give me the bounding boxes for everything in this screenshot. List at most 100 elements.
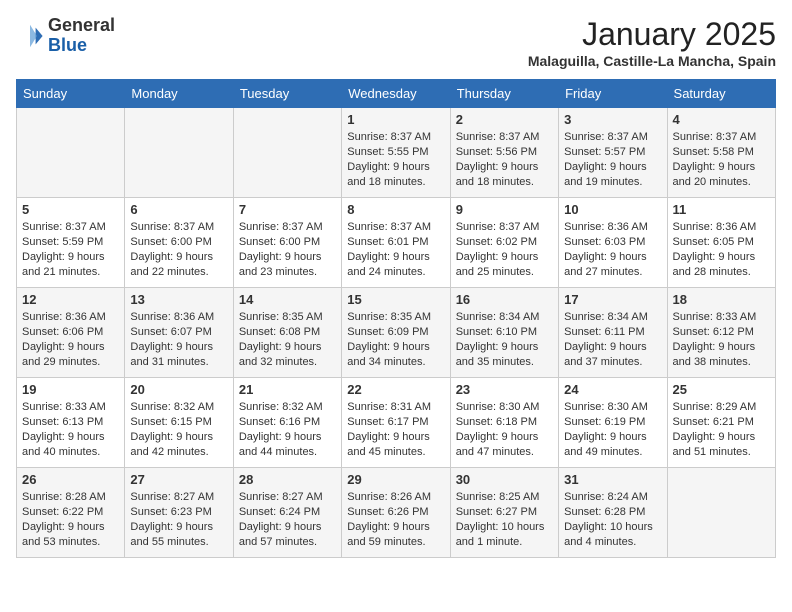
calendar-cell: 11Sunrise: 8:36 AMSunset: 6:05 PMDayligh… — [667, 198, 775, 288]
day-detail: Sunset: 6:24 PM — [239, 505, 336, 520]
calendar-day-header: Sunday — [17, 80, 125, 108]
day-detail: and 23 minutes. — [239, 265, 336, 280]
calendar-cell: 6Sunrise: 8:37 AMSunset: 6:00 PMDaylight… — [125, 198, 233, 288]
day-detail: Sunset: 5:55 PM — [347, 145, 444, 160]
day-detail: and 40 minutes. — [22, 445, 119, 460]
day-detail: Sunset: 6:00 PM — [130, 235, 227, 250]
day-detail: Sunrise: 8:36 AM — [673, 220, 770, 235]
day-detail: and 59 minutes. — [347, 535, 444, 550]
day-detail: and 57 minutes. — [239, 535, 336, 550]
day-detail: Sunrise: 8:27 AM — [239, 490, 336, 505]
day-detail: and 47 minutes. — [456, 445, 553, 460]
calendar-cell — [233, 108, 341, 198]
day-detail: Sunrise: 8:37 AM — [239, 220, 336, 235]
day-detail: and 32 minutes. — [239, 355, 336, 370]
calendar-day-header: Monday — [125, 80, 233, 108]
day-detail: Sunrise: 8:31 AM — [347, 400, 444, 415]
day-detail: Sunrise: 8:24 AM — [564, 490, 661, 505]
calendar-cell: 22Sunrise: 8:31 AMSunset: 6:17 PMDayligh… — [342, 378, 450, 468]
calendar-week-row: 19 Sunrise: 8:33 AMSunset: 6:13 PM Dayligh… — [17, 378, 776, 468]
day-detail: and 21 minutes. — [22, 265, 119, 280]
day-detail: and 49 minutes. — [564, 445, 661, 460]
day-detail: Sunset: 6:28 PM — [564, 505, 661, 520]
day-detail: Daylight: 9 hours — [130, 340, 227, 355]
day-detail: Daylight: 9 hours — [130, 430, 227, 445]
calendar-cell: 2Sunrise: 8:37 AMSunset: 5:56 PMDaylight… — [450, 108, 558, 198]
day-detail: Daylight: 9 hours — [239, 340, 336, 355]
day-detail: Daylight: 9 hours — [456, 160, 553, 175]
day-number: 30 — [456, 472, 553, 487]
day-detail: and 25 minutes. — [456, 265, 553, 280]
day-detail: and 44 minutes. — [239, 445, 336, 460]
title-area: January 2025 Malaguilla, Castille-La Man… — [528, 16, 776, 69]
day-detail: Sunset: 6:10 PM — [456, 325, 553, 340]
day-detail: Daylight: 9 hours — [564, 340, 661, 355]
day-detail: Daylight: 9 hours — [347, 520, 444, 535]
calendar-cell: 12Sunrise: 8:36 AMSunset: 6:06 PMDayligh… — [17, 288, 125, 378]
logo: General Blue — [16, 16, 115, 56]
day-detail: Daylight: 9 hours — [239, 430, 336, 445]
day-number: 17 — [564, 292, 661, 307]
day-detail: and 22 minutes. — [130, 265, 227, 280]
day-detail: Sunrise: 8:37 AM — [673, 130, 770, 145]
day-detail: Sunset: 6:09 PM — [347, 325, 444, 340]
day-number: 20 — [130, 382, 227, 397]
day-number: 15 — [347, 292, 444, 307]
day-detail: Sunset: 6:19 PM — [564, 415, 661, 430]
page-header: General Blue January 2025 Malaguilla, Ca… — [16, 16, 776, 69]
day-detail: Sunset: 6:11 PM — [564, 325, 661, 340]
day-detail: and 38 minutes. — [673, 355, 770, 370]
day-detail: Daylight: 9 hours — [130, 250, 227, 265]
day-number: 14 — [239, 292, 336, 307]
day-detail: Daylight: 9 hours — [456, 340, 553, 355]
calendar-cell: 4Sunrise: 8:37 AMSunset: 5:58 PMDaylight… — [667, 108, 775, 198]
day-detail: Sunset: 6:03 PM — [564, 235, 661, 250]
day-detail: and 28 minutes. — [673, 265, 770, 280]
calendar-cell: 5Sunrise: 8:37 AMSunset: 5:59 PMDaylight… — [17, 198, 125, 288]
day-detail: Sunset: 6:07 PM — [130, 325, 227, 340]
logo-blue-text: Blue — [48, 36, 115, 56]
day-detail: Sunrise: 8:37 AM — [456, 130, 553, 145]
day-detail: Sunrise: 8:36 AM — [564, 220, 661, 235]
day-detail: Daylight: 9 hours — [22, 250, 119, 265]
day-detail: Sunset: 6:18 PM — [456, 415, 553, 430]
calendar-cell: 20Sunrise: 8:32 AMSunset: 6:15 PMDayligh… — [125, 378, 233, 468]
day-detail: Daylight: 9 hours — [22, 520, 119, 535]
calendar-cell: 17Sunrise: 8:34 AMSunset: 6:11 PMDayligh… — [559, 288, 667, 378]
day-detail: Daylight: 9 hours — [130, 520, 227, 535]
day-number: 11 — [673, 202, 770, 217]
calendar-cell: 27Sunrise: 8:27 AMSunset: 6:23 PMDayligh… — [125, 468, 233, 558]
day-detail: Sunset: 6:13 PM — [22, 415, 119, 430]
day-detail: Daylight: 9 hours — [347, 250, 444, 265]
day-detail: and 45 minutes. — [347, 445, 444, 460]
day-number: 21 — [239, 382, 336, 397]
day-detail: Sunset: 6:21 PM — [673, 415, 770, 430]
day-detail: and 24 minutes. — [347, 265, 444, 280]
day-detail: Sunset: 6:01 PM — [347, 235, 444, 250]
day-number: 13 — [130, 292, 227, 307]
day-detail: and 18 minutes. — [456, 175, 553, 190]
day-number: 6 — [130, 202, 227, 217]
day-number: 18 — [673, 292, 770, 307]
day-detail: Daylight: 10 hours — [564, 520, 661, 535]
logo-general-text: General — [48, 16, 115, 36]
day-detail: and 27 minutes. — [564, 265, 661, 280]
day-detail: Sunrise: 8:28 AM — [22, 490, 119, 505]
day-detail: Sunrise: 8:33 AM — [673, 310, 770, 325]
day-detail: and 53 minutes. — [22, 535, 119, 550]
day-detail: Sunrise: 8:37 AM — [456, 220, 553, 235]
calendar-cell: 29Sunrise: 8:26 AMSunset: 6:26 PMDayligh… — [342, 468, 450, 558]
day-detail: and 34 minutes. — [347, 355, 444, 370]
calendar-cell: 16Sunrise: 8:34 AMSunset: 6:10 PMDayligh… — [450, 288, 558, 378]
day-number: 19 — [22, 382, 119, 397]
day-detail: Daylight: 9 hours — [239, 520, 336, 535]
logo-icon — [16, 22, 44, 50]
day-detail: Daylight: 9 hours — [347, 160, 444, 175]
calendar-day-header: Saturday — [667, 80, 775, 108]
day-detail: Sunrise: 8:33 AM — [22, 400, 119, 415]
day-detail: Daylight: 9 hours — [673, 430, 770, 445]
calendar-week-row: 26Sunrise: 8:28 AMSunset: 6:22 PMDayligh… — [17, 468, 776, 558]
day-number: 26 — [22, 472, 119, 487]
day-detail: Sunset: 6:16 PM — [239, 415, 336, 430]
day-detail: Sunset: 6:26 PM — [347, 505, 444, 520]
